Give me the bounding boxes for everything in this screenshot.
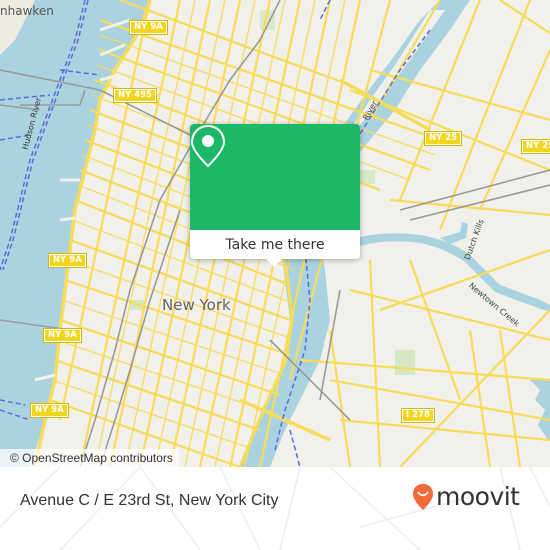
map-attribution[interactable]: © OpenStreetMap contributors bbox=[0, 449, 179, 467]
popup-pointer bbox=[266, 259, 282, 267]
place-label-city: New York bbox=[162, 296, 231, 314]
map-pin-icon bbox=[190, 124, 226, 168]
hudson-river bbox=[0, 0, 150, 467]
route-shield: NY 9A bbox=[43, 328, 82, 343]
stop-address: Avenue C / E 23rd St, New York City bbox=[20, 492, 279, 509]
take-me-there-button[interactable]: Take me there bbox=[190, 230, 360, 259]
route-shield: NY 9A bbox=[48, 253, 87, 268]
place-label-weehawken: nhawken bbox=[0, 4, 54, 18]
route-shield: NY 9A bbox=[30, 403, 69, 418]
popup-header bbox=[190, 124, 360, 230]
moovit-pin-smile-icon bbox=[413, 483, 433, 510]
route-shield: I 278 bbox=[401, 408, 435, 423]
footer-bar: Avenue C / E 23rd St, New York City moov… bbox=[0, 467, 550, 550]
moovit-logo-text: moovit bbox=[436, 482, 520, 511]
newtown-creek bbox=[350, 233, 550, 312]
moovit-logo[interactable]: moovit bbox=[412, 482, 520, 511]
map-view[interactable]: nhawken New York River Dutch Kills Newto… bbox=[0, 0, 550, 467]
route-shield: NY 9A bbox=[129, 20, 168, 35]
route-shield: NY 25 bbox=[520, 139, 550, 154]
route-shield: NY 25 bbox=[423, 131, 463, 146]
route-shield: NY 495 bbox=[113, 88, 157, 103]
location-popup: Take me there bbox=[190, 124, 360, 267]
